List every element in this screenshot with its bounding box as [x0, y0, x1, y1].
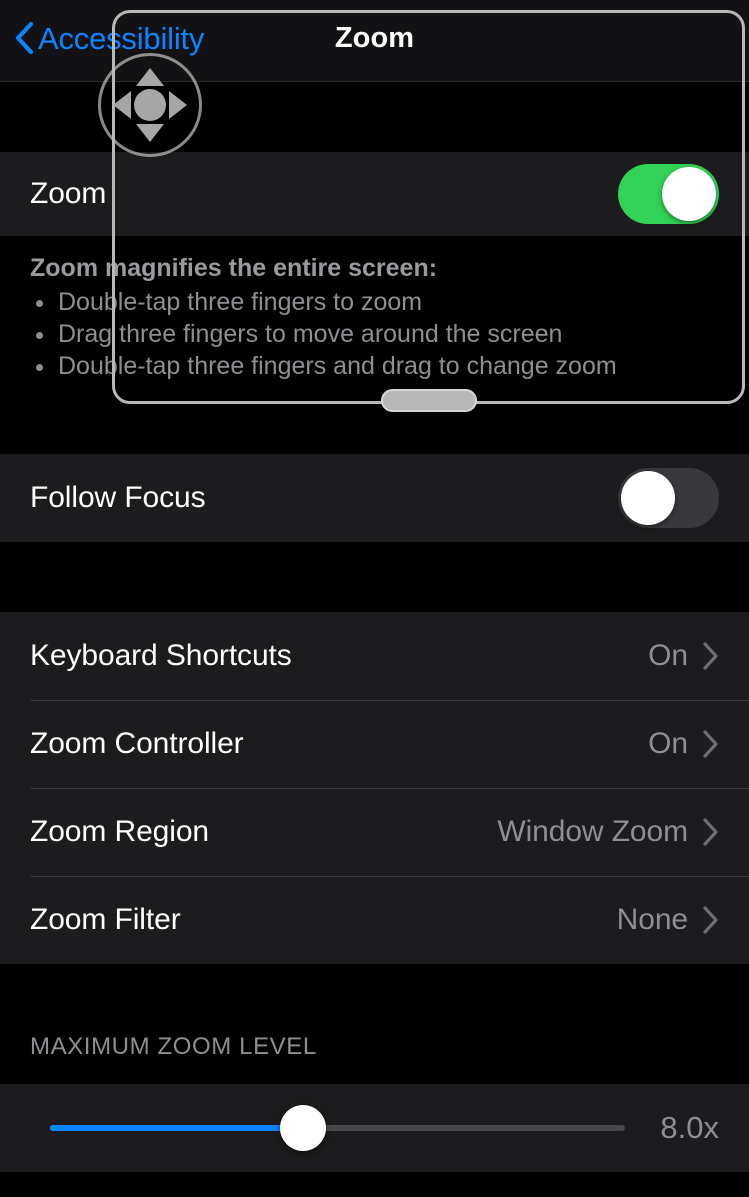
maximum-zoom-group: 8.0x [0, 1084, 749, 1172]
slider-thumb[interactable] [280, 1105, 326, 1151]
row-maximum-zoom-slider[interactable]: 8.0x [0, 1084, 749, 1172]
section-header-maximum-zoom-level: MAXIMUM ZOOM LEVEL [30, 1033, 317, 1061]
zoom-switch-knob [662, 167, 716, 221]
zoom-level-value: 8.0x [660, 1110, 719, 1146]
row-zoom-region[interactable]: Zoom Region Window Zoom [0, 788, 749, 876]
row-zoom-toggle[interactable]: Zoom [0, 152, 749, 236]
row-label-keyboard-shortcuts: Keyboard Shortcuts [30, 639, 292, 673]
page-title: Zoom [0, 22, 749, 55]
footer-bullet-list: Double-tap three fingers to zoom Drag th… [30, 286, 730, 382]
dpad-arrow-up-icon [136, 68, 164, 86]
chevron-right-icon [702, 641, 719, 671]
zoom-toggle-group: Zoom [0, 152, 749, 236]
row-keyboard-shortcuts[interactable]: Keyboard Shortcuts On [0, 612, 749, 700]
max-zoom-header-area [0, 964, 749, 1084]
row-zoom-filter[interactable]: Zoom Filter None [0, 876, 749, 964]
footer-title: Zoom magnifies the entire screen: [30, 252, 730, 284]
dpad-arrow-left-icon [113, 91, 131, 119]
footer-bullet: Double-tap three fingers and drag to cha… [30, 350, 730, 382]
row-value-keyboard-shortcuts: On [648, 639, 688, 673]
row-label-zoom-filter: Zoom Filter [30, 903, 181, 937]
zoom-level-slider[interactable] [30, 1098, 625, 1158]
row-follow-focus[interactable]: Follow Focus [0, 454, 749, 542]
row-label-zoom: Zoom [30, 177, 106, 211]
follow-focus-switch[interactable] [618, 468, 719, 528]
zoom-switch[interactable] [618, 164, 719, 224]
chevron-right-icon [702, 817, 719, 847]
dpad-arrow-down-icon [136, 124, 164, 142]
row-value-zoom-controller: On [648, 727, 688, 761]
chevron-right-icon [702, 905, 719, 935]
row-label-follow-focus: Follow Focus [30, 481, 206, 515]
row-label-zoom-region: Zoom Region [30, 815, 209, 849]
row-value-zoom-filter: None [617, 903, 688, 937]
zoom-footer-text: Zoom magnifies the entire screen: Double… [30, 252, 730, 382]
chevron-right-icon [702, 729, 719, 759]
slider-fill [50, 1125, 303, 1131]
footer-bullet: Double-tap three fingers to zoom [30, 286, 730, 318]
zoom-options-group: Keyboard Shortcuts On Zoom Controller On… [0, 612, 749, 964]
footer-bullet: Drag three fingers to move around the sc… [30, 318, 730, 350]
row-value-zoom-region: Window Zoom [497, 815, 688, 849]
bottom-gap [0, 1172, 749, 1197]
follow-focus-switch-knob [621, 471, 675, 525]
follow-focus-group: Follow Focus [0, 454, 749, 542]
row-label-zoom-controller: Zoom Controller [30, 727, 244, 761]
zoom-controller-dpad[interactable] [98, 53, 202, 157]
row-zoom-controller[interactable]: Zoom Controller On [0, 700, 749, 788]
section-gap-middle [0, 542, 749, 612]
dpad-center-icon [134, 89, 166, 121]
dpad-arrow-right-icon [169, 91, 187, 119]
